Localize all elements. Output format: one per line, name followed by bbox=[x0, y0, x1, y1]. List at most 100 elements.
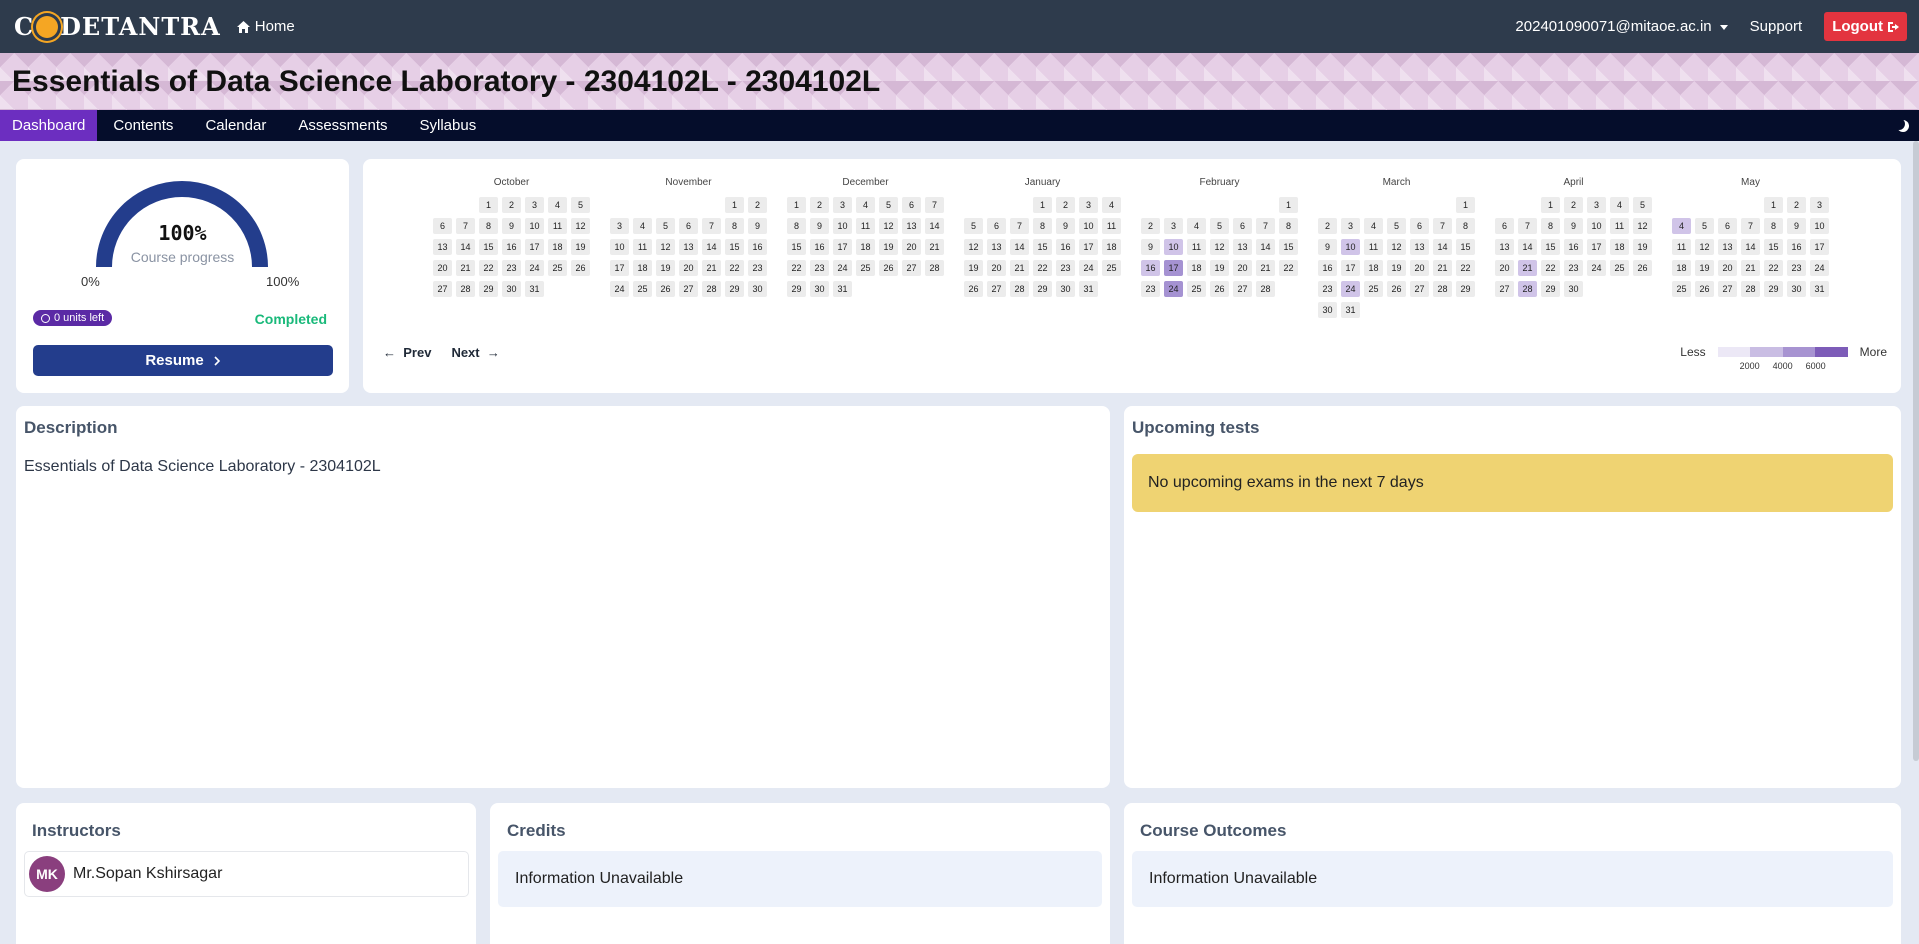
day-cell[interactable]: 25 bbox=[1187, 281, 1206, 297]
day-cell[interactable]: 12 bbox=[571, 218, 590, 234]
day-cell[interactable]: 27 bbox=[902, 260, 921, 276]
day-cell[interactable]: 28 bbox=[1010, 281, 1029, 297]
day-cell[interactable]: 4 bbox=[1364, 218, 1383, 234]
user-menu-dropdown[interactable]: 202401090071@mitaoe.ac.in bbox=[1515, 18, 1728, 35]
day-cell[interactable]: 30 bbox=[1787, 281, 1806, 297]
day-cell[interactable]: 17 bbox=[1810, 239, 1829, 255]
codetantra-logo[interactable]: C DETANTRA bbox=[14, 12, 221, 41]
day-cell[interactable]: 5 bbox=[879, 197, 898, 213]
day-cell[interactable]: 3 bbox=[1587, 197, 1606, 213]
day-cell[interactable]: 5 bbox=[1633, 197, 1652, 213]
day-cell[interactable]: 24 bbox=[1810, 260, 1829, 276]
day-cell[interactable]: 16 bbox=[748, 239, 767, 255]
day-cell[interactable]: 28 bbox=[456, 281, 475, 297]
day-cell[interactable]: 11 bbox=[1364, 239, 1383, 255]
day-cell[interactable]: 3 bbox=[610, 218, 629, 234]
day-cell[interactable]: 24 bbox=[1164, 281, 1183, 297]
day-cell[interactable]: 17 bbox=[610, 260, 629, 276]
day-cell[interactable]: 31 bbox=[1810, 281, 1829, 297]
day-cell[interactable]: 5 bbox=[1695, 218, 1714, 234]
day-cell[interactable]: 19 bbox=[571, 239, 590, 255]
day-cell[interactable]: 14 bbox=[1010, 239, 1029, 255]
day-cell[interactable]: 1 bbox=[479, 197, 498, 213]
day-cell[interactable]: 21 bbox=[1256, 260, 1275, 276]
day-cell[interactable]: 22 bbox=[725, 260, 744, 276]
day-cell[interactable]: 14 bbox=[1433, 239, 1452, 255]
day-cell[interactable]: 20 bbox=[1233, 260, 1252, 276]
day-cell[interactable]: 8 bbox=[1279, 218, 1298, 234]
day-cell[interactable]: 3 bbox=[1810, 197, 1829, 213]
day-cell[interactable]: 11 bbox=[1672, 239, 1691, 255]
day-cell[interactable]: 9 bbox=[1787, 218, 1806, 234]
day-cell[interactable]: 2 bbox=[1564, 197, 1583, 213]
day-cell[interactable]: 16 bbox=[1318, 260, 1337, 276]
day-cell[interactable]: 6 bbox=[1410, 218, 1429, 234]
day-cell[interactable]: 14 bbox=[1741, 239, 1760, 255]
day-cell[interactable]: 4 bbox=[1610, 197, 1629, 213]
day-cell[interactable]: 30 bbox=[748, 281, 767, 297]
day-cell[interactable]: 25 bbox=[633, 281, 652, 297]
day-cell[interactable]: 23 bbox=[810, 260, 829, 276]
day-cell[interactable]: 5 bbox=[656, 218, 675, 234]
day-cell[interactable]: 6 bbox=[1233, 218, 1252, 234]
day-cell[interactable]: 14 bbox=[702, 239, 721, 255]
day-cell[interactable]: 29 bbox=[1764, 281, 1783, 297]
day-cell[interactable]: 26 bbox=[571, 260, 590, 276]
day-cell[interactable]: 7 bbox=[702, 218, 721, 234]
day-cell[interactable]: 24 bbox=[1587, 260, 1606, 276]
day-cell[interactable]: 2 bbox=[810, 197, 829, 213]
day-cell[interactable]: 13 bbox=[1410, 239, 1429, 255]
day-cell[interactable]: 1 bbox=[1456, 197, 1475, 213]
day-cell[interactable]: 21 bbox=[925, 239, 944, 255]
day-cell[interactable]: 2 bbox=[748, 197, 767, 213]
day-cell[interactable]: 16 bbox=[810, 239, 829, 255]
day-cell[interactable]: 22 bbox=[787, 260, 806, 276]
day-cell[interactable]: 13 bbox=[1718, 239, 1737, 255]
day-cell[interactable]: 6 bbox=[987, 218, 1006, 234]
day-cell[interactable]: 29 bbox=[1456, 281, 1475, 297]
day-cell[interactable]: 21 bbox=[1741, 260, 1760, 276]
day-cell[interactable]: 14 bbox=[1518, 239, 1537, 255]
day-cell[interactable]: 18 bbox=[633, 260, 652, 276]
day-cell[interactable]: 9 bbox=[1141, 239, 1160, 255]
day-cell[interactable]: 26 bbox=[964, 281, 983, 297]
day-cell[interactable]: 10 bbox=[1079, 218, 1098, 234]
day-cell[interactable]: 27 bbox=[1718, 281, 1737, 297]
day-cell[interactable]: 13 bbox=[1233, 239, 1252, 255]
day-cell[interactable]: 6 bbox=[433, 218, 452, 234]
day-cell[interactable]: 9 bbox=[1564, 218, 1583, 234]
day-cell[interactable]: 20 bbox=[1718, 260, 1737, 276]
day-cell[interactable]: 4 bbox=[856, 197, 875, 213]
day-cell[interactable]: 25 bbox=[1102, 260, 1121, 276]
day-cell[interactable]: 18 bbox=[1102, 239, 1121, 255]
day-cell[interactable]: 30 bbox=[1056, 281, 1075, 297]
day-cell[interactable]: 19 bbox=[964, 260, 983, 276]
day-cell[interactable]: 5 bbox=[1210, 218, 1229, 234]
day-cell[interactable]: 9 bbox=[810, 218, 829, 234]
day-cell[interactable]: 4 bbox=[1672, 218, 1691, 234]
day-cell[interactable]: 25 bbox=[1610, 260, 1629, 276]
day-cell[interactable]: 10 bbox=[610, 239, 629, 255]
day-cell[interactable]: 2 bbox=[1318, 218, 1337, 234]
day-cell[interactable]: 10 bbox=[1810, 218, 1829, 234]
day-cell[interactable]: 9 bbox=[1318, 239, 1337, 255]
day-cell[interactable]: 11 bbox=[633, 239, 652, 255]
support-link[interactable]: Support bbox=[1750, 18, 1803, 35]
day-cell[interactable]: 10 bbox=[525, 218, 544, 234]
day-cell[interactable]: 18 bbox=[548, 239, 567, 255]
day-cell[interactable]: 11 bbox=[1610, 218, 1629, 234]
day-cell[interactable]: 10 bbox=[1164, 239, 1183, 255]
day-cell[interactable]: 19 bbox=[1210, 260, 1229, 276]
day-cell[interactable]: 19 bbox=[879, 239, 898, 255]
day-cell[interactable]: 23 bbox=[1141, 281, 1160, 297]
day-cell[interactable]: 12 bbox=[964, 239, 983, 255]
day-cell[interactable]: 8 bbox=[1541, 218, 1560, 234]
day-cell[interactable]: 27 bbox=[1410, 281, 1429, 297]
day-cell[interactable]: 27 bbox=[679, 281, 698, 297]
day-cell[interactable]: 30 bbox=[1564, 281, 1583, 297]
day-cell[interactable]: 21 bbox=[1010, 260, 1029, 276]
day-cell[interactable]: 31 bbox=[1341, 302, 1360, 318]
day-cell[interactable]: 15 bbox=[725, 239, 744, 255]
day-cell[interactable]: 17 bbox=[833, 239, 852, 255]
day-cell[interactable]: 27 bbox=[1233, 281, 1252, 297]
